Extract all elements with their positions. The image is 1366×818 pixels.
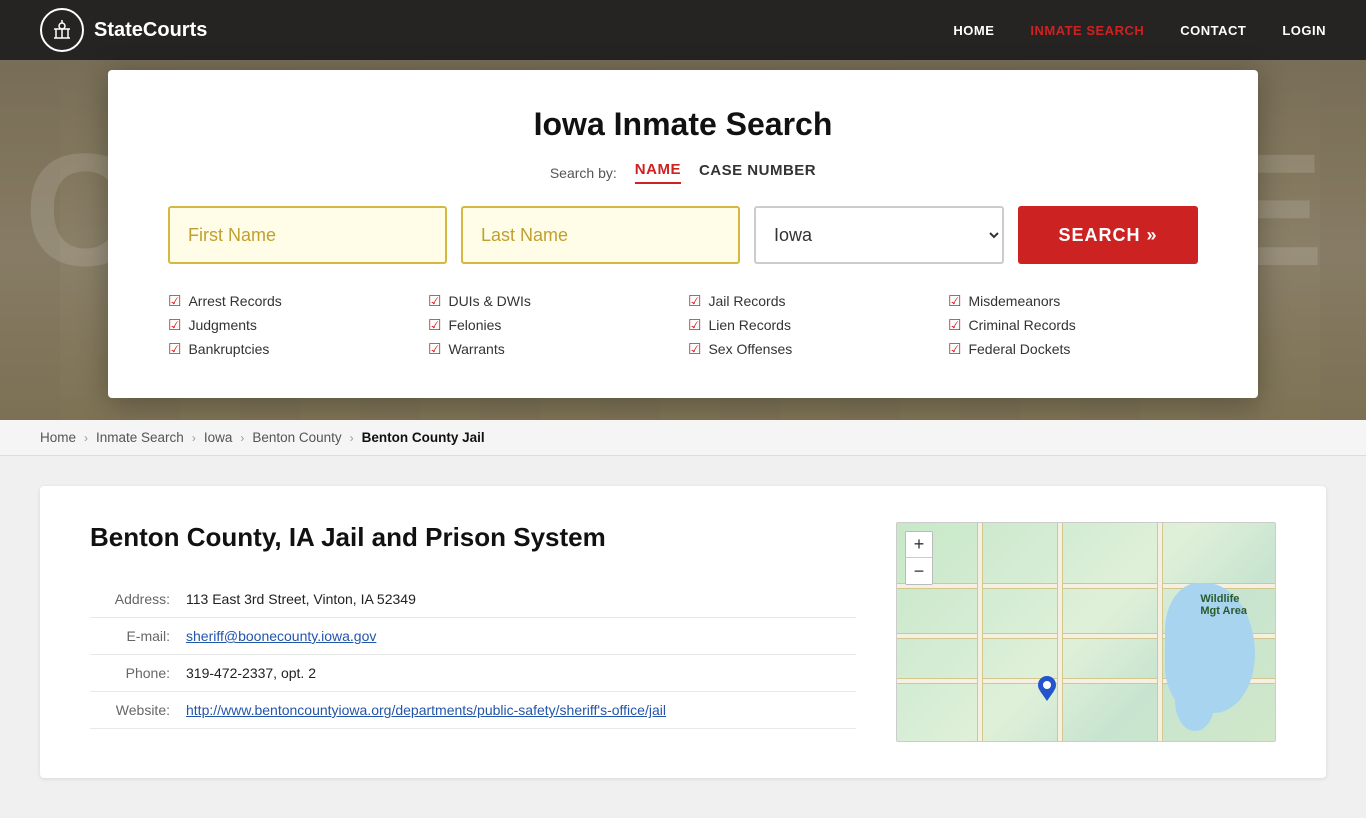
search-by-row: Search by: NAME CASE NUMBER (168, 161, 1198, 184)
map-road (977, 523, 983, 741)
breadcrumb-sep-1: › (84, 431, 88, 445)
website-label: Website: (90, 702, 170, 718)
email-row: E-mail: sheriff@boonecounty.iowa.gov (90, 618, 856, 655)
check-icon: ☑ (168, 340, 181, 358)
jail-details: Benton County, IA Jail and Prison System… (90, 522, 856, 742)
website-value: http://www.bentoncountyiowa.org/departme… (186, 702, 666, 718)
search-by-label: Search by: (550, 165, 617, 181)
address-row: Address: 113 East 3rd Street, Vinton, IA… (90, 581, 856, 618)
email-label: E-mail: (90, 628, 170, 644)
tab-case-number[interactable]: CASE NUMBER (699, 162, 816, 183)
website-link[interactable]: http://www.bentoncountyiowa.org/departme… (186, 702, 666, 718)
tab-name[interactable]: NAME (635, 161, 681, 184)
address-value: 113 East 3rd Street, Vinton, IA 52349 (186, 591, 416, 607)
map-pin (1037, 675, 1057, 706)
email-link[interactable]: sheriff@boonecounty.iowa.gov (186, 628, 376, 644)
map-road (1057, 523, 1063, 741)
map-container: WildlifeMgt Area + − (896, 522, 1276, 742)
checklist-bankruptcies: ☑Bankruptcies (168, 340, 418, 358)
nav-contact[interactable]: CONTACT (1180, 23, 1246, 38)
card-inner: Benton County, IA Jail and Prison System… (90, 522, 1276, 742)
check-icon: ☑ (948, 292, 961, 310)
search-modal: Iowa Inmate Search Search by: NAME CASE … (108, 70, 1258, 398)
map-area-label: WildlifeMgt Area (1200, 593, 1247, 617)
content-area: Benton County, IA Jail and Prison System… (0, 456, 1366, 818)
checklist-arrest-records: ☑Arrest Records (168, 292, 418, 310)
check-icon: ☑ (428, 292, 441, 310)
check-icon: ☑ (948, 316, 961, 334)
checklist-jail-records: ☑Jail Records (688, 292, 938, 310)
check-icon: ☑ (168, 316, 181, 334)
state-select[interactable]: Iowa Alabama Alaska Illinois (754, 206, 1004, 264)
header: COURTHOUSE StateCourts HOME INMATE SEARC… (0, 0, 1366, 420)
map-background: WildlifeMgt Area (897, 523, 1275, 741)
search-form: Iowa Alabama Alaska Illinois SEARCH » (168, 206, 1198, 264)
nav-inmate-search[interactable]: INMATE SEARCH (1030, 23, 1144, 38)
check-icon: ☑ (428, 316, 441, 334)
check-icon: ☑ (948, 340, 961, 358)
check-icon: ☑ (688, 340, 701, 358)
checklist-felonies: ☑Felonies (428, 316, 678, 334)
search-button[interactable]: SEARCH » (1018, 206, 1198, 264)
email-value: sheriff@boonecounty.iowa.gov (186, 628, 376, 644)
jail-info-card: Benton County, IA Jail and Prison System… (40, 486, 1326, 778)
checklist-sex-offenses: ☑Sex Offenses (688, 340, 938, 358)
phone-label: Phone: (90, 665, 170, 681)
address-label: Address: (90, 591, 170, 607)
checklist-judgments: ☑Judgments (168, 316, 418, 334)
nav-login[interactable]: LOGIN (1282, 23, 1326, 38)
phone-row: Phone: 319-472-2337, opt. 2 (90, 655, 856, 692)
checklist-grid: ☑Arrest Records ☑DUIs & DWIs ☑Jail Recor… (168, 292, 1198, 358)
map-water-feature (1175, 671, 1215, 731)
website-row: Website: http://www.bentoncountyiowa.org… (90, 692, 856, 729)
site-logo[interactable]: StateCourts (40, 8, 207, 52)
breadcrumb: Home › Inmate Search › Iowa › Benton Cou… (0, 420, 1366, 456)
breadcrumb-inmate-search[interactable]: Inmate Search (96, 430, 184, 445)
search-modal-title: Iowa Inmate Search (168, 106, 1198, 143)
check-icon: ☑ (688, 292, 701, 310)
last-name-input[interactable] (461, 206, 740, 264)
checklist-misdemeanors: ☑Misdemeanors (948, 292, 1198, 310)
check-icon: ☑ (168, 292, 181, 310)
breadcrumb-iowa[interactable]: Iowa (204, 430, 233, 445)
breadcrumb-sep-4: › (350, 431, 354, 445)
breadcrumb-sep-3: › (240, 431, 244, 445)
map-controls: + − (905, 531, 933, 585)
map-zoom-out[interactable]: − (906, 558, 932, 584)
phone-value: 319-472-2337, opt. 2 (186, 665, 316, 681)
breadcrumb-current: Benton County Jail (362, 430, 485, 445)
checklist-warrants: ☑Warrants (428, 340, 678, 358)
map-zoom-in[interactable]: + (906, 532, 932, 558)
logo-icon (40, 8, 84, 52)
checklist-lien-records: ☑Lien Records (688, 316, 938, 334)
map-road (1157, 523, 1163, 741)
breadcrumb-benton-county[interactable]: Benton County (252, 430, 341, 445)
nav-links: HOME INMATE SEARCH CONTACT LOGIN (953, 23, 1326, 38)
check-icon: ☑ (688, 316, 701, 334)
site-name: StateCourts (94, 19, 207, 42)
breadcrumb-home[interactable]: Home (40, 430, 76, 445)
check-icon: ☑ (428, 340, 441, 358)
navigation: StateCourts HOME INMATE SEARCH CONTACT L… (0, 0, 1366, 60)
nav-home[interactable]: HOME (953, 23, 994, 38)
checklist-criminal-records: ☑Criminal Records (948, 316, 1198, 334)
jail-title: Benton County, IA Jail and Prison System (90, 522, 856, 553)
checklist-federal-dockets: ☑Federal Dockets (948, 340, 1198, 358)
breadcrumb-sep-2: › (192, 431, 196, 445)
first-name-input[interactable] (168, 206, 447, 264)
checklist-duis: ☑DUIs & DWIs (428, 292, 678, 310)
